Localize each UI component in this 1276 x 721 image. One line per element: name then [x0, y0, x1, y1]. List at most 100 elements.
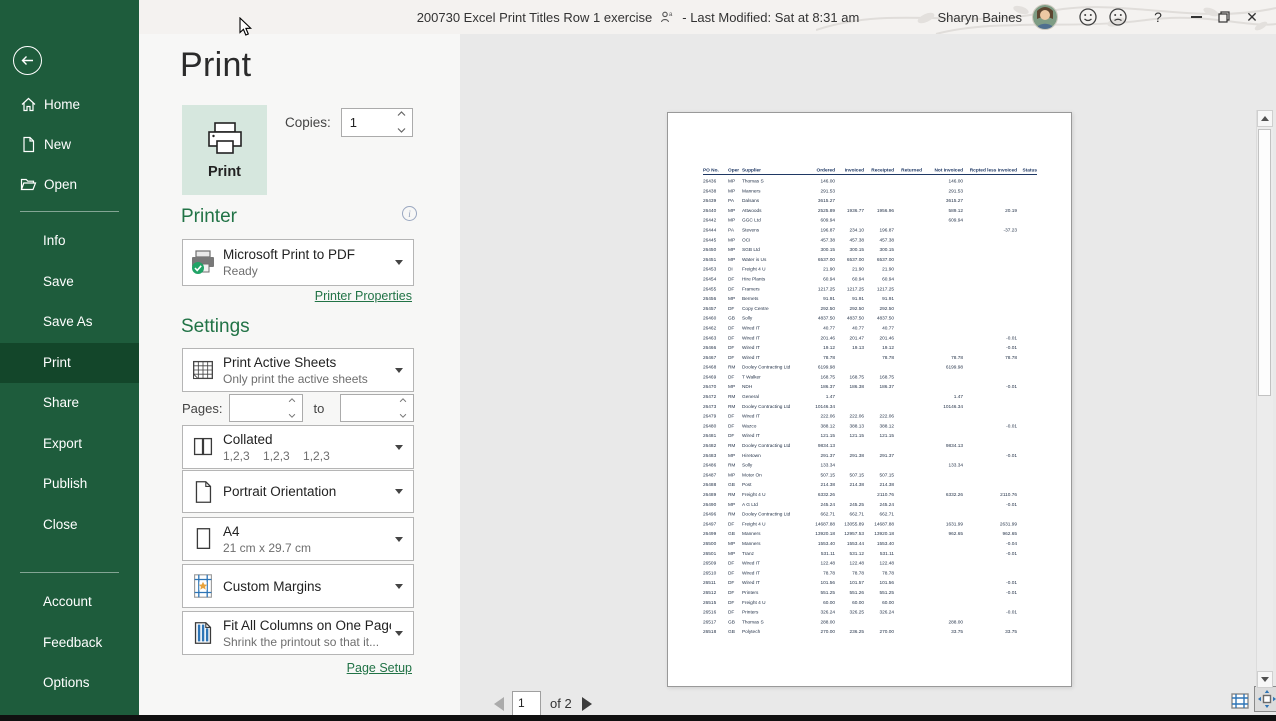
table-cell: [922, 294, 963, 304]
table-cell: 222.06: [864, 412, 894, 422]
table-cell: 609.94: [922, 216, 963, 226]
sidebar-item-share[interactable]: Share: [0, 383, 139, 424]
restore-button[interactable]: [1210, 2, 1238, 32]
show-margins-icon: [1231, 692, 1249, 710]
table-cell: 186.37: [807, 382, 835, 392]
table-cell: [894, 559, 922, 569]
table-cell: [1017, 304, 1037, 314]
avatar[interactable]: [1032, 4, 1058, 30]
table-row: 26516DFPrinters326.24326.25326.24-0.01: [703, 608, 1037, 618]
table-cell: [963, 186, 1017, 196]
table-cell: 19.13: [835, 343, 864, 353]
table-row: 26512DFPrinters551.25551.26551.25-0.01: [703, 588, 1037, 598]
paper-size-select[interactable]: A4 21 cm x 29.7 cm: [182, 517, 414, 561]
table-cell: Hire Plants: [742, 274, 807, 284]
send-frown-button[interactable]: [1104, 2, 1132, 32]
current-page-input[interactable]: [513, 692, 541, 713]
sidebar-item-feedback[interactable]: Feedback: [0, 623, 139, 664]
spinner-up-icon[interactable]: [288, 398, 296, 403]
help-button[interactable]: ?: [1144, 2, 1172, 32]
sidebar-item-info[interactable]: Info: [0, 221, 139, 262]
sidebar-item-close[interactable]: Close: [0, 505, 139, 546]
scroll-up-button[interactable]: [1257, 110, 1273, 127]
dropdown-subtitle: Shrink the printout so that it...: [223, 635, 391, 649]
table-cell: GGC Ltd: [742, 216, 807, 226]
spinner-up-icon[interactable]: [397, 111, 406, 117]
table-cell: 26439: [703, 196, 728, 206]
table-cell: [835, 363, 864, 373]
table-cell: 292.50: [835, 304, 864, 314]
table-cell: Wired IT: [742, 343, 807, 353]
copies-input[interactable]: [348, 110, 396, 135]
sidebar-item-options[interactable]: Options: [0, 663, 139, 704]
collation-select[interactable]: Collated 1,2,3 1,2,3 1,2,3: [182, 425, 414, 469]
table-row: 26518GBPolytech270.00236.25270.0033.7533…: [703, 627, 1037, 637]
table-cell: [1017, 314, 1037, 324]
spinner-down-icon[interactable]: [288, 413, 296, 418]
table-cell: Freight 4 U: [742, 598, 807, 608]
table-cell: Wired IT: [742, 568, 807, 578]
back-button[interactable]: [13, 46, 42, 75]
table-cell: 270.00: [807, 627, 835, 637]
print-what-select[interactable]: Print Active Sheets Only print the activ…: [182, 348, 414, 392]
print-button[interactable]: Print: [182, 105, 267, 195]
spinner-up-icon[interactable]: [399, 398, 407, 403]
dropdown-title: Portrait Orientation: [223, 484, 391, 499]
table-cell: [922, 510, 963, 520]
table-row: 26483MPHiretown291.37291.38291.37-0.01: [703, 451, 1037, 461]
table-cell: 9834.13: [922, 441, 963, 451]
portrait-orientation-icon: [189, 478, 217, 506]
sidebar-item-publish[interactable]: Publish: [0, 464, 139, 505]
table-cell: RM: [728, 441, 742, 451]
table-cell: 326.25: [835, 608, 864, 618]
sidebar-item-print[interactable]: Print: [0, 343, 139, 384]
table-cell: 60.00: [835, 598, 864, 608]
preview-scrollbar[interactable]: [1256, 110, 1273, 688]
sidebar-item-account[interactable]: Account: [0, 582, 139, 623]
pages-from-input[interactable]: [235, 396, 287, 420]
table-cell: 457.38: [807, 235, 835, 245]
spinner-down-icon[interactable]: [399, 413, 407, 418]
table-cell: 1956.96: [864, 206, 894, 216]
scroll-down-button[interactable]: [1257, 671, 1273, 688]
table-cell: Water is Us: [742, 255, 807, 265]
pages-to-input[interactable]: [346, 396, 398, 420]
spinner-down-icon[interactable]: [397, 127, 406, 133]
table-cell: [963, 363, 1017, 373]
sidebar-item-save-as[interactable]: Save As: [0, 302, 139, 343]
table-cell: [894, 294, 922, 304]
printer-select[interactable]: Microsoft Print to PDF Ready: [182, 239, 414, 286]
sidebar-item-home[interactable]: Home: [0, 84, 139, 124]
account-user-name[interactable]: Sharyn Baines: [937, 10, 1022, 25]
table-cell: 26470: [703, 382, 728, 392]
zoom-to-page-button[interactable]: [1254, 686, 1276, 712]
table-cell: 26487: [703, 470, 728, 480]
table-cell: [894, 284, 922, 294]
show-margins-button[interactable]: [1229, 690, 1251, 712]
sidebar-item-export[interactable]: Export: [0, 424, 139, 465]
info-icon[interactable]: i: [402, 206, 417, 221]
printer-properties-link[interactable]: Printer Properties: [182, 289, 412, 303]
table-cell: [1017, 255, 1037, 265]
table-cell: [1017, 392, 1037, 402]
table-cell: 26463: [703, 333, 728, 343]
page-setup-link[interactable]: Page Setup: [182, 661, 412, 675]
margins-select[interactable]: Custom Margins: [182, 564, 414, 608]
sidebar-item-open[interactable]: Open: [0, 164, 139, 204]
scrollbar-thumb[interactable]: [1258, 129, 1271, 396]
next-page-icon[interactable]: [582, 697, 592, 711]
table-cell: Post: [742, 480, 807, 490]
send-smile-button[interactable]: [1074, 2, 1102, 32]
table-cell: 40.77: [864, 323, 894, 333]
table-cell: [894, 549, 922, 559]
table-cell: [922, 431, 963, 441]
sidebar-item-new[interactable]: New: [0, 124, 139, 164]
sidebar-item-save[interactable]: Save: [0, 262, 139, 303]
orientation-select[interactable]: Portrait Orientation: [182, 470, 414, 513]
close-button[interactable]: ✕: [1238, 2, 1266, 32]
minimize-button[interactable]: [1182, 2, 1210, 32]
scaling-select[interactable]: Fit All Columns on One Page Shrink the p…: [182, 611, 414, 655]
previous-page-icon[interactable]: [494, 697, 504, 711]
table-cell: Printers: [742, 588, 807, 598]
table-cell: Polytech: [742, 627, 807, 637]
